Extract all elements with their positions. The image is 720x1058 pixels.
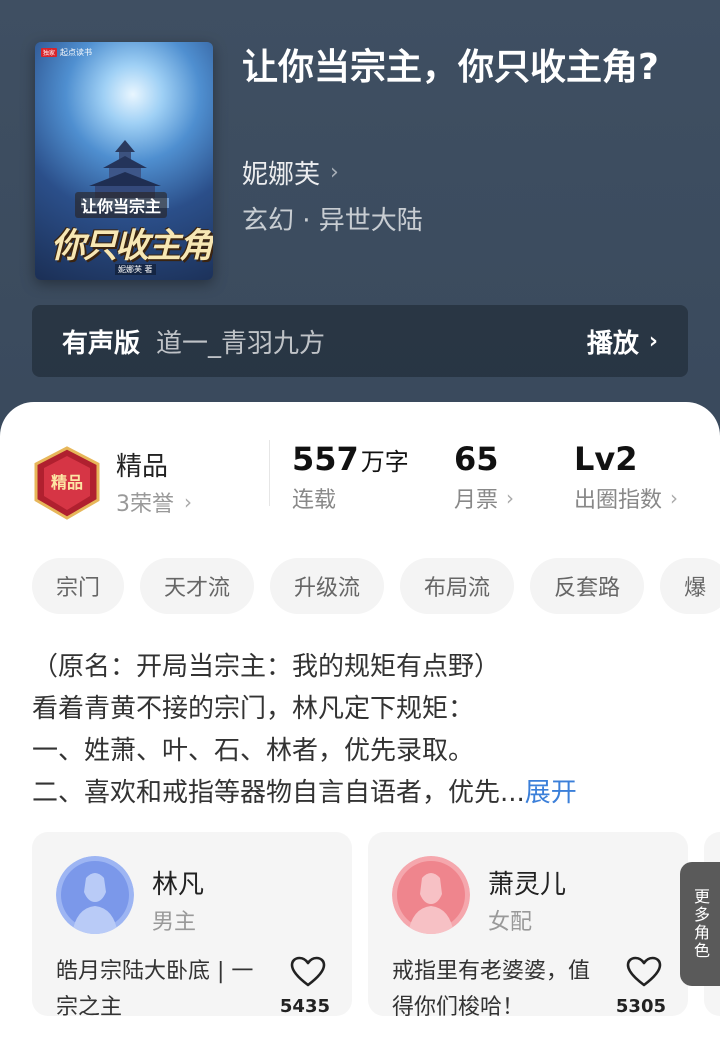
chevron-right-icon: › <box>184 490 192 514</box>
chevron-right-icon: › <box>330 160 339 185</box>
honor-link[interactable]: 3荣誉 › <box>116 486 192 518</box>
book-title: 让你当宗主，你只收主角? <box>242 47 659 88</box>
audio-version-bar[interactable]: 有声版 道一_青羽九方 播放 › <box>32 305 688 377</box>
avatar <box>56 856 134 934</box>
honor-title: 精品 <box>116 452 169 482</box>
more-roles-button[interactable]: 更多角色 <box>680 862 720 986</box>
stat-monthly-tickets[interactable]: 65 月票 › <box>454 440 514 514</box>
book-genre: 玄幻 · 异世大陆 <box>242 206 423 236</box>
cover-brand: 独家 起点读书 <box>41 48 93 57</box>
audio-label: 有声版 <box>62 328 141 359</box>
book-intro[interactable]: （原名：开局当宗主：我的规矩有点野） 看着青黄不接的宗门，林凡定下规矩： 一、姓… <box>32 646 692 814</box>
tag-item[interactable]: 升级流 <box>270 558 385 614</box>
stat-popularity-index[interactable]: Lv2 出圈指数 › <box>574 440 678 514</box>
svg-text:精品: 精品 <box>51 473 83 492</box>
avatar <box>392 856 470 934</box>
tag-item[interactable]: 天才流 <box>140 558 255 614</box>
play-button[interactable]: 播放 › <box>587 323 658 360</box>
book-cover[interactable]: 独家 起点读书 让你当宗主 你只收主角? 妮娜芙 著 <box>35 42 213 280</box>
like-count: 5435 <box>279 996 330 1017</box>
author-name: 妮娜芙 <box>242 160 321 190</box>
chevron-right-icon: › <box>648 328 658 354</box>
honor-badge-icon[interactable]: 精品 <box>32 446 102 520</box>
author-link[interactable]: 妮娜芙 › <box>242 154 339 191</box>
like-count: 5305 <box>615 996 666 1017</box>
book-header: 独家 起点读书 让你当宗主 你只收主角? 妮娜芙 著 让你当宗主，你只收主角? … <box>0 0 720 420</box>
book-detail-card: 精品 精品 3荣誉 › 557万字 连载 65 月票 › Lv2 出圈指数 › 宗门… <box>0 402 720 1058</box>
tag-item[interactable]: 布局流 <box>400 558 515 614</box>
chevron-right-icon: › <box>670 486 679 510</box>
expand-button[interactable]: 展开 <box>525 778 577 808</box>
character-card[interactable]: 萧灵儿 女配 戒指里有老婆婆，值得你们梭哈！ 5305 <box>368 832 688 1018</box>
tag-list: 宗门 天才流 升级流 布局流 反套路 爆 <box>32 558 720 614</box>
chevron-right-icon: › <box>506 486 515 510</box>
stat-word-count: 557万字 连载 <box>292 440 409 513</box>
tag-item[interactable]: 爆 <box>660 558 720 614</box>
tag-item[interactable]: 宗门 <box>32 558 125 614</box>
heart-icon[interactable] <box>290 956 326 988</box>
divider <box>269 440 270 506</box>
character-list: 林凡 男主 皓月宗陆大卧底 | 一宗之主 5435 萧灵儿 女配 戒指里有老婆婆… <box>32 832 720 1018</box>
heart-icon[interactable] <box>626 956 662 988</box>
character-card[interactable]: 林凡 男主 皓月宗陆大卧底 | 一宗之主 5435 <box>32 832 352 1018</box>
audio-narrator: 道一_青羽九方 <box>156 328 326 359</box>
tag-item[interactable]: 反套路 <box>530 558 645 614</box>
